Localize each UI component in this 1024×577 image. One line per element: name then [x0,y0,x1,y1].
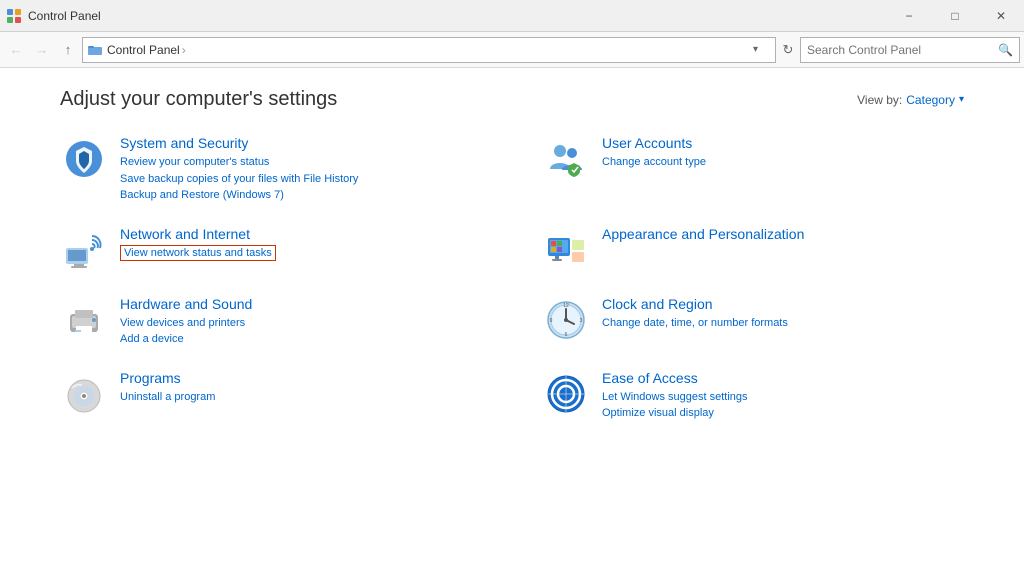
viewby-label: View by: [857,93,902,107]
viewby-control: View by: Category ▾ [857,93,964,107]
page-title: Adjust your computer's settings [60,88,337,111]
ease-of-access-link-0[interactable]: Let Windows suggest settings [602,389,964,406]
user-accounts-content: User Accounts Change account type [602,135,964,171]
close-button[interactable]: ✕ [978,0,1024,32]
category-user-accounts: User Accounts Change account type [542,135,964,204]
up-button[interactable]: ↑ [56,38,80,62]
viewby-value[interactable]: Category [906,93,955,107]
programs-icon [60,370,108,418]
search-input[interactable] [807,43,994,57]
maximize-button[interactable]: □ [932,0,978,32]
programs-link-0[interactable]: Uninstall a program [120,389,482,406]
hardware-sound-icon [60,296,108,344]
categories-grid: System and Security Review your computer… [60,135,964,444]
system-security-link-0[interactable]: Review your computer's status [120,154,482,171]
system-security-link-2[interactable]: Backup and Restore (Windows 7) [120,187,482,204]
clock-region-content: Clock and Region Change date, time, or n… [602,296,964,332]
category-clock-region: 12 3 6 9 Clock and Region Change date, t… [542,296,964,348]
system-security-title[interactable]: System and Security [120,135,482,151]
address-bar: ← → ↑ Control Panel › ▾ ↻ 🔍 [0,32,1024,68]
hardware-sound-content: Hardware and Sound View devices and prin… [120,296,482,348]
system-security-content: System and Security Review your computer… [120,135,482,204]
viewby-arrow[interactable]: ▾ [959,94,964,105]
user-accounts-link-0[interactable]: Change account type [602,154,964,171]
ease-of-access-title[interactable]: Ease of Access [602,370,964,386]
category-ease-of-access: Ease of Access Let Windows suggest setti… [542,370,964,422]
path-segment: Control Panel [107,43,180,57]
hardware-sound-link-0[interactable]: View devices and printers [120,315,482,332]
network-internet-icon [60,226,108,274]
app-icon [6,8,22,24]
address-dropdown-button[interactable]: ▾ [753,44,771,55]
category-system-security: System and Security Review your computer… [60,135,482,204]
search-icon[interactable]: 🔍 [998,43,1013,57]
programs-title[interactable]: Programs [120,370,482,386]
category-appearance: Appearance and Personalization [542,226,964,274]
clock-region-icon: 12 3 6 9 [542,296,590,344]
programs-content: Programs Uninstall a program [120,370,482,406]
address-path: Control Panel › [107,43,749,57]
window-controls: − □ ✕ [886,0,1024,32]
window-title: Control Panel [28,9,886,23]
clock-region-link-0[interactable]: Change date, time, or number formats [602,315,964,332]
category-hardware-sound: Hardware and Sound View devices and prin… [60,296,482,348]
minimize-button[interactable]: − [886,0,932,32]
main-content: Adjust your computer's settings View by:… [0,68,1024,577]
forward-button[interactable]: → [30,38,54,62]
appearance-content: Appearance and Personalization [602,226,964,245]
svg-text:9: 9 [550,318,553,324]
search-box[interactable]: 🔍 [800,37,1020,63]
network-internet-link-0[interactable]: View network status and tasks [120,245,276,261]
address-box[interactable]: Control Panel › ▾ [82,37,776,63]
svg-text:6: 6 [565,332,568,338]
back-button[interactable]: ← [4,38,28,62]
user-accounts-title[interactable]: User Accounts [602,135,964,151]
ease-of-access-link-1[interactable]: Optimize visual display [602,405,964,422]
network-internet-content: Network and Internet View network status… [120,226,482,262]
page-header: Adjust your computer's settings View by:… [60,88,964,111]
svg-text:12: 12 [563,303,569,309]
network-internet-title[interactable]: Network and Internet [120,226,482,242]
ease-of-access-icon [542,370,590,418]
path-separator: › [182,43,186,57]
system-security-link-1[interactable]: Save backup copies of your files with Fi… [120,171,482,188]
folder-icon [87,42,103,58]
hardware-sound-title[interactable]: Hardware and Sound [120,296,482,312]
titlebar: Control Panel − □ ✕ [0,0,1024,32]
appearance-title[interactable]: Appearance and Personalization [602,226,964,242]
clock-region-title[interactable]: Clock and Region [602,296,964,312]
refresh-button[interactable]: ↻ [778,40,798,60]
appearance-icon [542,226,590,274]
system-security-icon [60,135,108,183]
svg-text:3: 3 [580,318,583,324]
category-programs: Programs Uninstall a program [60,370,482,422]
user-accounts-icon [542,135,590,183]
category-network-internet: Network and Internet View network status… [60,226,482,274]
hardware-sound-link-1[interactable]: Add a device [120,331,482,348]
ease-of-access-content: Ease of Access Let Windows suggest setti… [602,370,964,422]
